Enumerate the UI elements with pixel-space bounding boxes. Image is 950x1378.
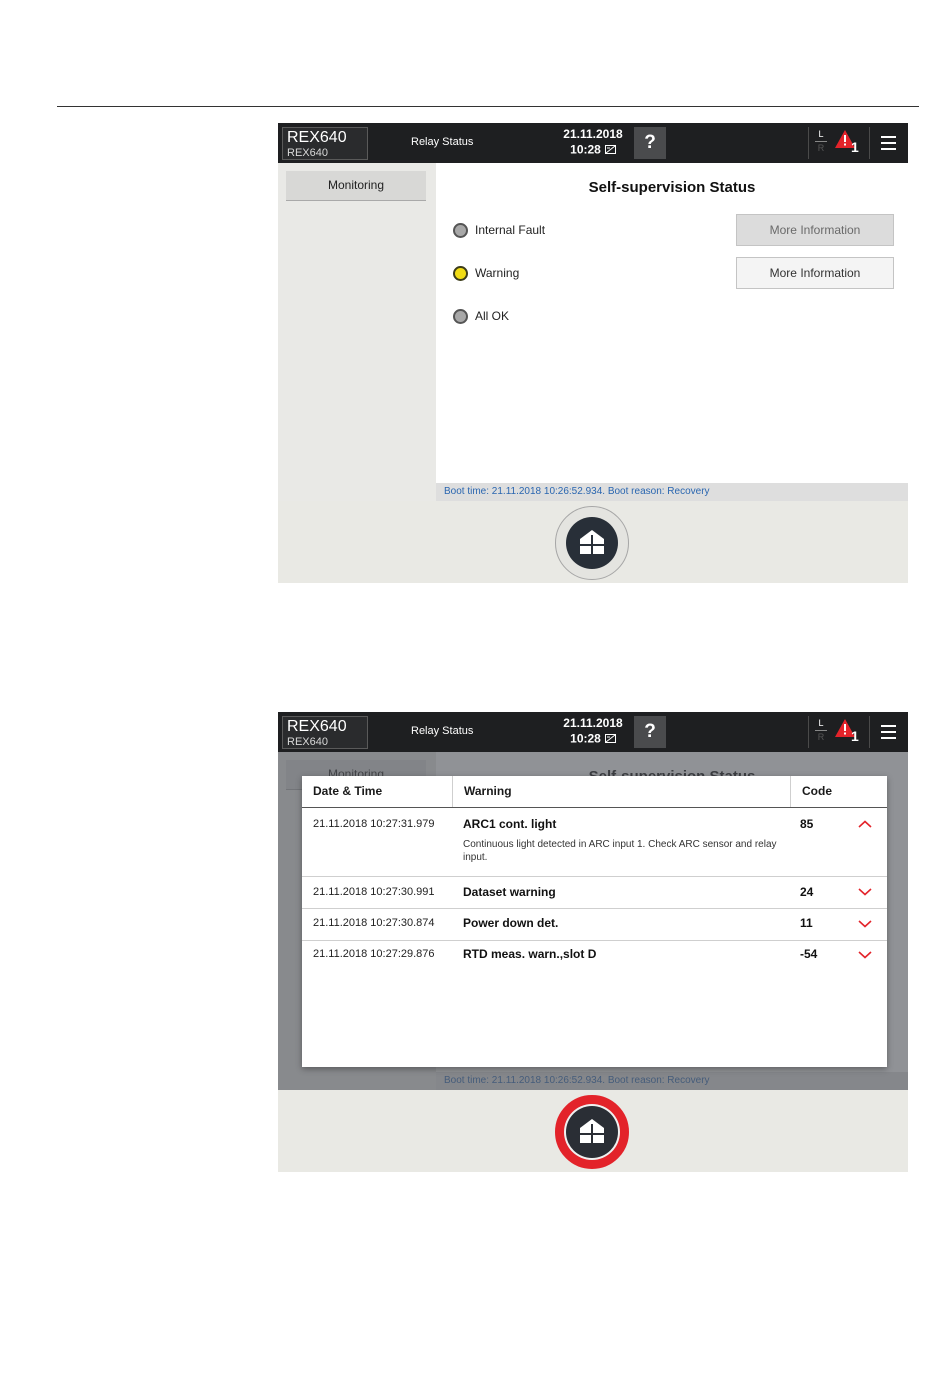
column-header-code: Code xyxy=(802,784,832,798)
alarm-count: 1 xyxy=(851,139,859,155)
page-title: Relay Status xyxy=(411,725,474,737)
device-selector[interactable]: REX640 REX640 xyxy=(282,127,368,160)
relay-status-screen-with-warnings: REX640 REX640 Relay Status 21.11.2018 10… xyxy=(278,712,908,1172)
warning-datetime: 21.11.2018 10:27:29.876 xyxy=(313,948,435,960)
warning-title: ARC1 cont. light xyxy=(463,817,557,831)
device-subname: REX640 xyxy=(287,736,328,748)
boot-info: Boot time: 21.11.2018 10:26:52.934. Boot… xyxy=(436,483,908,501)
warning-title: Power down det. xyxy=(463,916,559,930)
status-led-warning xyxy=(453,266,468,281)
remote-label: R xyxy=(817,732,825,742)
warning-more-info-button[interactable]: More Information xyxy=(736,257,894,289)
chevron-up-icon[interactable] xyxy=(858,820,872,828)
device-subname: REX640 xyxy=(287,147,328,159)
device-selector[interactable]: REX640 REX640 xyxy=(282,716,368,749)
section-title: Self-supervision Status xyxy=(588,179,756,196)
time-text: 10:28 xyxy=(570,142,601,157)
divider xyxy=(808,127,809,159)
page-title: Relay Status xyxy=(411,136,474,148)
self-supervision-panel: Self-supervision Status Internal Fault M… xyxy=(436,163,908,483)
warning-row[interactable]: 21.11.2018 10:27:31.979 ARC1 cont. light… xyxy=(302,808,887,877)
alarm-indicator[interactable]: 1 xyxy=(834,129,862,157)
home-icon xyxy=(580,530,604,554)
chevron-down-icon[interactable] xyxy=(858,951,872,959)
date-time: 21.11.2018 10:28 xyxy=(558,127,628,157)
status-led-off xyxy=(453,309,468,324)
column-header-date-time: Date & Time xyxy=(302,776,453,807)
local-remote-indicator[interactable]: L R xyxy=(815,717,827,744)
home-button-core xyxy=(566,517,618,569)
status-led-off xyxy=(453,223,468,238)
status-label: Internal Fault xyxy=(475,223,546,237)
alarm-indicator[interactable]: 1 xyxy=(834,718,862,746)
internal-fault-more-info-button[interactable]: More Information xyxy=(736,214,894,246)
home-button[interactable] xyxy=(555,506,629,580)
local-remote-indicator[interactable]: L R xyxy=(815,128,827,155)
bottom-bar xyxy=(278,501,908,583)
clock-sync-icon xyxy=(604,734,616,744)
date-time: 21.11.2018 10:28 xyxy=(558,716,628,746)
device-name: REX640 xyxy=(287,718,347,735)
warning-code: 11 xyxy=(800,916,813,930)
warning-datetime: 21.11.2018 10:27:30.874 xyxy=(313,917,435,929)
date-text: 21.11.2018 xyxy=(563,127,623,141)
divider xyxy=(869,716,870,748)
date-text: 21.11.2018 xyxy=(563,716,623,730)
warning-code: -54 xyxy=(800,947,818,961)
warning-code: 85 xyxy=(800,817,814,831)
sidebar: Monitoring xyxy=(278,163,436,501)
time-text: 10:28 xyxy=(570,731,601,746)
home-button-core xyxy=(566,1106,618,1158)
status-label: Warning xyxy=(475,266,520,280)
sidebar-item-monitoring[interactable]: Monitoring xyxy=(286,171,426,201)
relay-status-screen: REX640 REX640 Relay Status 21.11.2018 10… xyxy=(278,123,908,583)
page-divider xyxy=(57,106,919,107)
warning-datetime: 21.11.2018 10:27:30.991 xyxy=(313,886,435,898)
status-label: All OK xyxy=(475,309,510,323)
column-header-warning: Warning xyxy=(453,776,791,807)
chevron-down-icon[interactable] xyxy=(858,920,872,928)
warning-datetime: 21.11.2018 10:27:31.979 xyxy=(313,818,435,830)
clock-sync-icon xyxy=(604,145,616,155)
local-label: L xyxy=(815,128,827,142)
warnings-table-header: Date & Time Warning Code xyxy=(302,776,887,808)
local-label: L xyxy=(815,717,827,731)
home-icon xyxy=(580,1119,604,1143)
warning-row[interactable]: 21.11.2018 10:27:29.876 RTD meas. warn.,… xyxy=(302,941,887,972)
bottom-bar xyxy=(278,1090,908,1172)
warning-row[interactable]: 21.11.2018 10:27:30.991 Dataset warning … xyxy=(302,877,887,909)
help-button[interactable]: ? xyxy=(634,127,666,159)
remote-label: R xyxy=(817,143,825,153)
device-name: REX640 xyxy=(287,129,347,146)
help-button[interactable]: ? xyxy=(634,716,666,748)
alarm-count: 1 xyxy=(851,728,859,744)
chevron-down-icon[interactable] xyxy=(858,888,872,896)
warning-title: Dataset warning xyxy=(463,885,556,899)
warning-title: RTD meas. warn.,slot D xyxy=(463,947,597,961)
divider xyxy=(808,716,809,748)
warnings-dialog: Date & Time Warning Code 21.11.2018 10:2… xyxy=(302,776,887,1067)
warning-description: Continuous light detected in ARC input 1… xyxy=(463,839,777,863)
home-button[interactable] xyxy=(555,1095,629,1169)
top-bar: REX640 REX640 Relay Status 21.11.2018 10… xyxy=(278,123,908,163)
warning-code: 24 xyxy=(800,885,814,899)
hamburger-menu-icon[interactable] xyxy=(881,136,896,150)
divider xyxy=(869,127,870,159)
top-bar: REX640 REX640 Relay Status 21.11.2018 10… xyxy=(278,712,908,752)
warning-row[interactable]: 21.11.2018 10:27:30.874 Power down det. … xyxy=(302,909,887,941)
hamburger-menu-icon[interactable] xyxy=(881,725,896,739)
